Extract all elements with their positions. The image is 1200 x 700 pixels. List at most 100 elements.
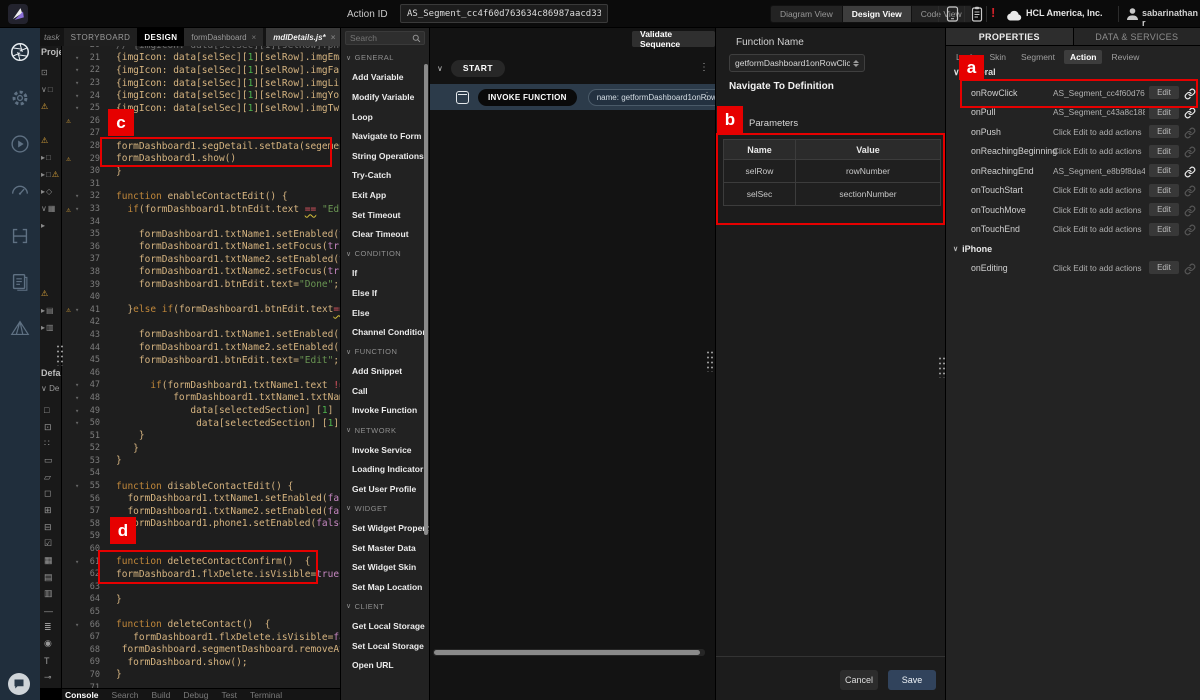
editor-line[interactable]: 46 [62,366,340,379]
edit-button[interactable]: Edit [1149,261,1179,274]
palette-item[interactable]: Set Timeout [341,205,429,225]
link-chain-icon[interactable] [1184,262,1196,274]
tree-item[interactable]: ▸□⚠ [40,166,61,183]
editor-line[interactable]: 45 formDashboard1.btnEdit.text="Edit"; [62,354,340,367]
fold-chevron-icon[interactable]: ▾ [75,192,84,200]
link-chain-icon[interactable] [1184,184,1196,196]
palette-group-header[interactable]: ∨GENERAL [341,48,429,68]
clipboard-icon[interactable] [971,6,983,27]
fold-chevron-icon[interactable]: ▾ [75,205,84,213]
status-tab-test[interactable]: Test [221,690,237,700]
palette-group-header[interactable]: ∨WIDGET [341,499,429,519]
canvas-horizontal-scrollbar[interactable] [433,649,705,656]
cancel-button[interactable]: Cancel [840,670,878,690]
tree-item[interactable]: ▸ [40,217,61,234]
palette-item[interactable]: String Operations [341,146,429,166]
widget-palette-icon[interactable]: ▤ [40,569,53,586]
tree-item[interactable]: ▸▥ [40,319,61,336]
palette-item[interactable]: Exit App [341,185,429,205]
tree-item[interactable]: ∨▦ [40,200,61,217]
status-tab-search[interactable]: Search [112,690,139,700]
prism-icon[interactable] [9,317,31,339]
palette-item[interactable]: If [341,264,429,284]
palette-item[interactable]: Set Local Storage [341,636,429,656]
tree-arrow-icon[interactable]: ▸ [41,187,45,196]
fold-chevron-icon[interactable]: ▾ [75,482,84,490]
editor-line[interactable]: 53} [62,455,340,468]
widget-palette-icon[interactable]: □ [40,402,53,419]
fold-chevron-icon[interactable]: ▾ [75,558,84,566]
widget-palette-icon[interactable]: ▦ [40,552,53,569]
tree-arrow-icon[interactable]: ▸ [41,323,45,332]
palette-group-header[interactable]: ∨CONDITION [341,244,429,264]
edit-button[interactable]: Edit [1149,145,1179,158]
chat-bubble-icon[interactable] [8,673,30,695]
tab-formdashboard[interactable]: formDashboard× [184,28,263,46]
play-circle-icon[interactable] [9,133,31,155]
widget-palette-icon[interactable]: ▥ [40,586,53,603]
widget-palette-icon[interactable]: ◉ [40,636,53,653]
fold-chevron-icon[interactable]: ▾ [75,419,84,427]
splitter-grip[interactable] [938,356,946,378]
palette-group-header[interactable]: ∨CLIENT [341,597,429,617]
palette-item[interactable]: Else If [341,283,429,303]
editor-line[interactable]: 58 formDashboard1.phone1.setEnabled(fals… [62,518,340,531]
user-name[interactable]: sabarinathan r [1142,8,1200,28]
invoke-function-node-row[interactable]: INVOKE FUNCTION name: getformDashboard1o… [430,84,715,110]
save-button[interactable]: Save [888,670,936,690]
fold-chevron-icon[interactable]: ▾ [75,104,84,112]
tree-item[interactable]: ⚠ [40,285,61,302]
editor-line[interactable]: ▾21{imgIcon: data[selSec][1][selRow].img… [62,52,340,65]
palette-group-header[interactable]: ∨FUNCTION [341,342,429,362]
editor-line[interactable]: ⚠▾41 }else if(formDashboard1.btnEdit.tex… [62,303,340,316]
more-options-icon[interactable]: ⋮ [702,95,712,99]
editor-line[interactable]: ▾25{imgIcon: data[selSec][1][selRow].img… [62,102,340,115]
tree-item[interactable] [40,115,61,132]
palette-item[interactable]: Set Master Data [341,538,429,558]
tree-item[interactable]: ▸◇ [40,183,61,200]
editor-line[interactable]: ⚠▾33 if(formDashboard1.btnEdit.text == "… [62,203,340,216]
editor-line[interactable]: 70} [62,669,340,682]
subtab-skin[interactable]: Skin [983,50,1012,64]
tree-arrow-icon[interactable]: ▸ [41,170,45,179]
widget-palette-icon[interactable]: — [40,602,53,619]
function-name-dropdown[interactable]: getformDashboard1onRowClick [729,54,865,72]
palette-item[interactable]: Navigate to Form [341,126,429,146]
palette-item[interactable]: Set Map Location [341,577,429,597]
palette-item[interactable]: Clear Timeout [341,224,429,244]
invoke-function-node[interactable]: INVOKE FUNCTION [478,89,577,106]
link-chain-icon[interactable] [1184,126,1196,138]
palette-item[interactable]: Invoke Function [341,401,429,421]
tree-item[interactable] [40,251,61,268]
tree-arrow-icon[interactable]: ▸ [41,153,45,162]
gauge-icon[interactable] [9,179,31,201]
editor-line[interactable]: 65 [62,606,340,619]
editor-line[interactable]: 71 [62,681,340,688]
edit-button[interactable]: Edit [1149,223,1179,236]
widget-palette-icon[interactable]: ≣ [40,619,53,636]
palette-item[interactable]: Invoke Service [341,440,429,460]
subtab-segment[interactable]: Segment [1015,50,1061,64]
palette-item[interactable]: Loading Indicator [341,459,429,479]
fold-chevron-icon[interactable]: ▾ [75,381,84,389]
editor-line[interactable]: 31 [62,178,340,191]
tree-arrow-icon[interactable]: ▸ [41,221,45,230]
palette-item[interactable]: Open URL [341,655,429,675]
palette-item[interactable]: Add Variable [341,68,429,88]
alert-exclamation-icon[interactable]: ! [991,5,995,20]
tree-item[interactable]: ⚠ [40,132,61,149]
widget-palette-icon[interactable]: T [40,652,53,669]
edit-button[interactable]: Edit [1149,184,1179,197]
editor-line[interactable]: 39 formDashboard1.btnEdit.text="Done"; [62,278,340,291]
tree-item[interactable]: ▸▤ [40,302,61,319]
editor-line[interactable]: ⚠26 [62,115,340,128]
editor-line[interactable]: 67 formDashboard1.flxDelete.isVisible=fa… [62,631,340,644]
tab-storyboard[interactable]: STORYBOARD [64,28,138,46]
view-button-diagram-view[interactable]: Diagram View [771,6,843,22]
editor-line[interactable]: 43 formDashboard1.txtName1.setEnabled(fa… [62,329,340,342]
palette-item[interactable]: Set Widget Property [341,518,429,538]
tree-item[interactable]: ⚠ [40,98,61,115]
document-icon[interactable] [9,271,31,293]
tree-arrow-icon[interactable]: ∨ [41,204,47,213]
subtab-review[interactable]: Review [1105,50,1145,64]
